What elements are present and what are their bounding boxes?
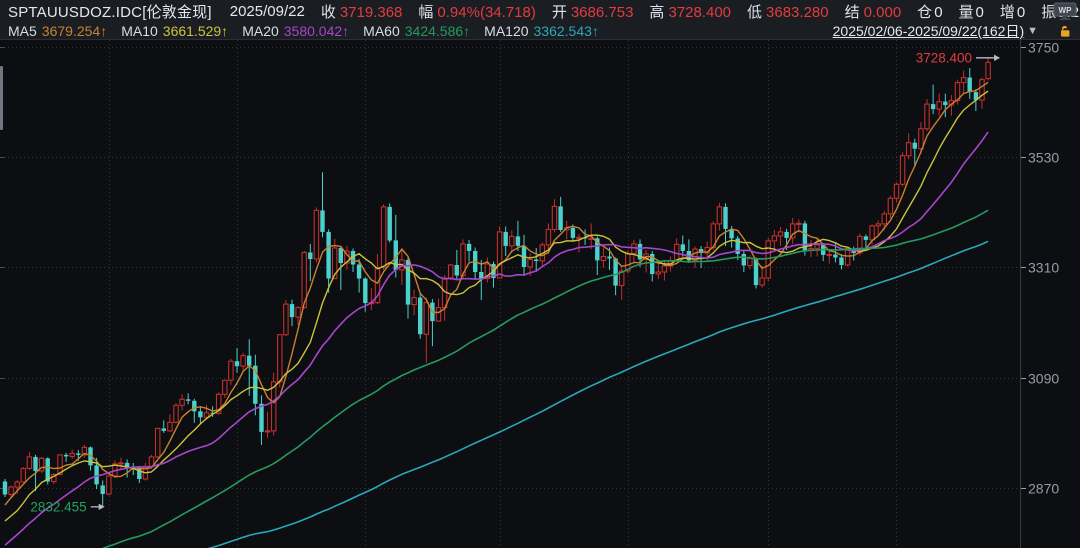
stat-label: 仓 xyxy=(917,4,932,21)
chart-area: 3750 3530 3310 3090 2870 3728.400 2832.455 xyxy=(0,40,1080,548)
ma-legend-item-ma20: MA20 3580.042↑ xyxy=(242,23,349,39)
stat-value: 0 xyxy=(1017,4,1025,21)
stat-value: 0 xyxy=(976,4,984,21)
stat-oi-change: 增0 xyxy=(1000,1,1025,22)
y-axis-labels: 3750 3530 3310 3090 2870 xyxy=(1020,40,1059,497)
price-annotation-low: 2832.455 xyxy=(30,499,86,514)
symbol-name: SPTAUUSDOZ.IDC[伦敦金现] xyxy=(8,1,212,22)
stat-label: 收 xyxy=(321,4,336,21)
quote-stats: 收3719.368 幅0.94%(34.718) 开3686.753 高3728.40… xyxy=(305,1,1080,22)
app-window: SPTAUUSDOZ.IDC[伦敦金现] 2025/09/22 收3719.36… xyxy=(0,0,1080,548)
vertical-gridlines xyxy=(110,40,897,548)
ma-label: MA20 xyxy=(242,23,279,39)
stat-value: 3683.280 xyxy=(766,4,829,21)
chevron-down-icon[interactable]: ▼ xyxy=(1027,25,1038,37)
ma-lines xyxy=(5,82,988,548)
date-range-label[interactable]: 2025/02/06-2025/09/22(162日) xyxy=(833,21,1024,41)
annotations: 3728.400 2832.455 xyxy=(30,50,1000,514)
svg-text:3750: 3750 xyxy=(1028,40,1059,56)
ma-legend-item-ma5: MA5 3679.254↑ xyxy=(8,23,107,39)
ma-label: MA60 xyxy=(363,23,400,39)
stat-open: 开3686.753 xyxy=(552,1,634,22)
stat-change: 幅0.94%(34.718) xyxy=(418,1,535,22)
svg-text:2870: 2870 xyxy=(1028,481,1059,497)
ma-value: 3424.586↑ xyxy=(405,23,470,39)
ma-value: 3661.529↑ xyxy=(163,23,228,39)
date-range-selector[interactable]: 2025/02/06-2025/09/22(162日) ▼ xyxy=(833,22,1038,40)
candlestick-chart[interactable]: 3750 3530 3310 3090 2870 3728.400 2832.455 xyxy=(0,40,1080,548)
stat-low: 低3683.280 xyxy=(747,1,829,22)
stat-close: 收3719.368 xyxy=(321,1,403,22)
ma-legend-item-ma120: MA120 3362.543↑ xyxy=(484,23,599,39)
stat-volume: 量0 xyxy=(959,1,984,22)
ma20-line xyxy=(5,132,988,545)
ma-label: MA5 xyxy=(8,23,37,39)
stat-open-interest: 仓0 xyxy=(917,1,942,22)
quote-header: SPTAUUSDOZ.IDC[伦敦金现] 2025/09/22 收3719.36… xyxy=(0,0,1080,22)
stat-label: 幅 xyxy=(418,4,433,21)
stat-high: 高3728.400 xyxy=(649,1,731,22)
ma-value: 3362.543↑ xyxy=(534,23,599,39)
ma-legend: MA53679.254↑MA103661.529↑MA203580.042↑MA… xyxy=(8,23,613,39)
stat-label: 开 xyxy=(552,4,567,21)
ma120-line xyxy=(5,241,988,548)
ma-legend-item-ma10: MA10 3661.529↑ xyxy=(121,23,228,39)
ma-legend-item-ma60: MA60 3424.586↑ xyxy=(363,23,470,39)
ma5-line xyxy=(5,82,988,505)
candles xyxy=(3,58,991,507)
wp-icon-text: WP xyxy=(1059,6,1073,15)
stat-value: 3686.753 xyxy=(571,4,634,21)
ma-value: 3679.254↑ xyxy=(42,23,107,39)
quote-date: 2025/09/22 xyxy=(230,3,305,20)
stat-label: 增 xyxy=(1000,4,1015,21)
stat-value: 3719.368 xyxy=(340,4,403,21)
unlock-icon[interactable] xyxy=(1058,24,1072,38)
stat-value: 0.94%(34.718) xyxy=(437,4,535,21)
stat-label: 低 xyxy=(747,4,762,21)
stat-label: 量 xyxy=(959,4,974,21)
stat-label: 结 xyxy=(845,4,860,21)
stat-label: 高 xyxy=(649,4,664,21)
svg-text:3530: 3530 xyxy=(1028,150,1059,166)
ma-legend-bar: MA53679.254↑MA103661.529↑MA203580.042↑MA… xyxy=(0,22,1080,40)
price-annotation-high: 3728.400 xyxy=(916,50,972,65)
horizontal-gridlines xyxy=(0,48,1020,489)
ma-value: 3580.042↑ xyxy=(284,23,349,39)
svg-text:3090: 3090 xyxy=(1028,371,1059,387)
ma-label: MA10 xyxy=(121,23,158,39)
ma-label: MA120 xyxy=(484,23,528,39)
svg-text:3310: 3310 xyxy=(1028,260,1059,276)
left-scrollbar-thumb[interactable] xyxy=(0,66,3,130)
wp-screencast-icon[interactable]: WP xyxy=(1053,2,1077,21)
stat-value: 0.000 xyxy=(864,4,902,21)
stat-value: 0 xyxy=(934,4,942,21)
stat-value: 3728.400 xyxy=(668,4,731,21)
stat-settle: 结0.000 xyxy=(845,1,902,22)
